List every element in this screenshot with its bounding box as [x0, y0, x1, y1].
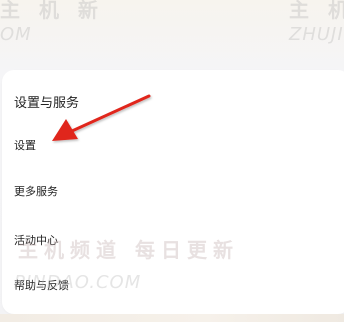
watermark-text: 主 机	[289, 0, 344, 22]
menu-item-help-feedback[interactable]: 帮助与反馈	[14, 277, 69, 293]
watermark-text: 主 机 新	[0, 0, 104, 22]
menu-item-settings[interactable]: 设置	[14, 137, 36, 153]
menu-item-activity-center[interactable]: 活动中心	[14, 232, 58, 248]
bottom-panel-edge	[0, 314, 344, 322]
settings-page: 主 机 新 OM 主 机 ZHUJI 设置与服务 设置 更多服务 活动中心 帮助…	[0, 0, 344, 322]
settings-services-card: 设置与服务 设置 更多服务 活动中心 帮助与反馈	[2, 70, 344, 314]
section-title: 设置与服务	[14, 96, 80, 111]
menu-item-more-services[interactable]: 更多服务	[14, 183, 58, 199]
watermark-text: ZHUJI	[289, 24, 344, 45]
watermark-text: OM	[0, 24, 32, 45]
